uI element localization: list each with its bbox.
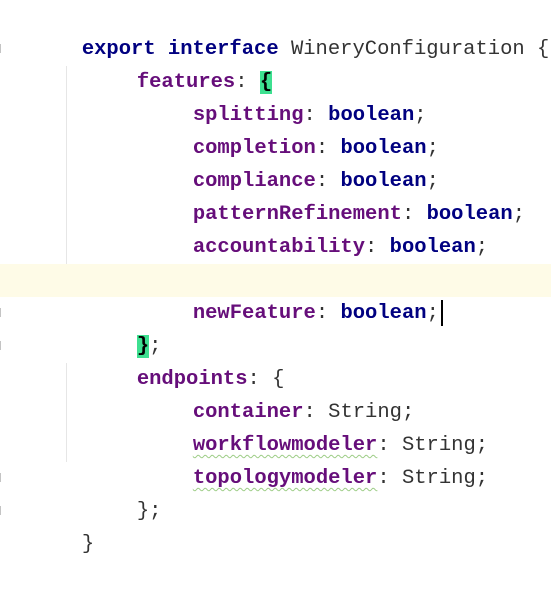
current-code-line[interactable]: newFeature: boolean;: [0, 264, 551, 326]
close-brace: }: [81, 533, 95, 556]
code-line[interactable]: container: String;: [0, 363, 551, 424]
code-line[interactable]: completion: boolean;: [0, 99, 551, 160]
code-line[interactable]: topologymodeler: String;: [0, 429, 551, 490]
code-line[interactable]: nfv: boolean;: [0, 231, 551, 292]
code-line[interactable]: accountability: boolean;: [0, 198, 551, 259]
code-line[interactable]: features: {: [0, 33, 551, 94]
code-line[interactable]: workflowmodeler: String;: [0, 396, 551, 457]
code-line[interactable]: patternRefinement: boolean;: [0, 165, 551, 226]
code-line[interactable]: };: [0, 297, 551, 358]
code-line[interactable]: };: [0, 462, 551, 523]
code-line[interactable]: }: [0, 495, 551, 556]
code-editor[interactable]: export interface WineryConfiguration { f…: [0, 0, 551, 556]
code-line[interactable]: export interface WineryConfiguration {: [0, 0, 551, 61]
code-line[interactable]: compliance: boolean;: [0, 132, 551, 193]
code-line[interactable]: endpoints: {: [0, 330, 551, 391]
code-line[interactable]: splitting: boolean;: [0, 66, 551, 127]
